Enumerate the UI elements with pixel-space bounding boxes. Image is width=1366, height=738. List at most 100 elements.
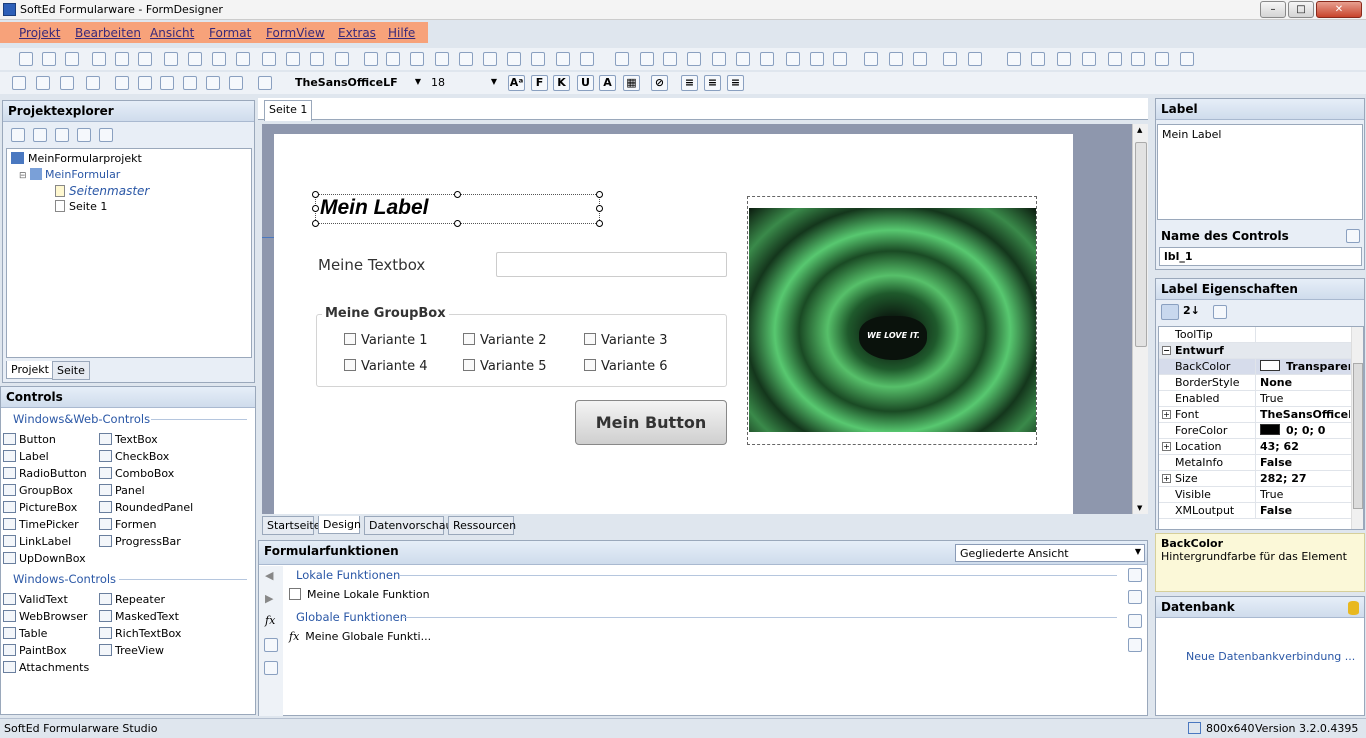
order-back-icon[interactable] [386,52,400,66]
image-icon[interactable] [736,52,750,66]
menu-bearbeiten[interactable]: Bearbeiten [75,26,141,40]
maximize-button[interactable]: □ [1288,1,1314,18]
control-item[interactable]: RadioButton [3,467,87,480]
same-size-icon[interactable] [212,52,226,66]
property-scrollbar[interactable] [1351,327,1363,529]
undo-icon[interactable] [864,52,878,66]
resize-handle[interactable] [596,205,603,212]
scroll-thumb[interactable] [1135,142,1147,347]
align-left-text-icon[interactable]: ≡ [681,75,698,91]
view-select[interactable]: Gegliederte Ansicht ▼ [955,544,1145,562]
x1-icon[interactable] [1131,52,1145,66]
color-palette-icon[interactable]: ▦ [623,75,640,91]
center-h-icon[interactable] [286,52,300,66]
align-right-text-icon[interactable]: ≡ [727,75,744,91]
global-function-item[interactable]: fx Meine Globale Funkti... [289,630,431,643]
categorized-icon[interactable] [1161,304,1179,320]
menu-projekt[interactable]: Projekt [19,26,60,40]
grid-icon[interactable] [335,52,349,66]
play-icon[interactable] [1031,52,1045,66]
control-item[interactable]: UpDownBox [3,552,86,565]
control-item[interactable]: ComboBox [99,467,174,480]
group-icon[interactable] [410,52,424,66]
menu-extras[interactable]: Extras [338,26,376,40]
property-row[interactable]: XMLoutput False [1159,503,1351,519]
control-item[interactable]: PictureBox [3,501,77,514]
control-item[interactable]: Repeater [99,593,165,606]
tab-startseite[interactable]: Startseite [262,516,321,535]
resize-handle[interactable] [596,191,603,198]
line-tool-icon[interactable] [160,76,174,90]
line-tool-icon[interactable] [60,76,74,90]
wizard-icon[interactable] [640,52,654,66]
option-checkbox[interactable]: Variante 1 [344,333,428,348]
control-item[interactable]: RoundedPanel [99,501,193,514]
menu-formview[interactable]: FormView [266,26,325,40]
copy-icon[interactable] [1346,229,1360,243]
edit-icon[interactable] [1128,638,1142,652]
italic-icon[interactable]: K [553,75,570,91]
preview-icon[interactable] [1082,52,1096,66]
property-row[interactable]: BorderStyle None [1159,375,1351,391]
control-item[interactable]: GroupBox [3,484,73,497]
resize-handle[interactable] [312,191,319,198]
property-row[interactable]: − Entwurf [1159,343,1351,359]
control-item[interactable]: CheckBox [99,450,169,463]
control-item[interactable]: Formen [99,518,156,531]
option-checkbox[interactable]: Variante 3 [584,333,668,348]
folder-icon[interactable] [663,52,677,66]
line-tool-icon[interactable] [115,76,129,90]
resize-handle[interactable] [454,220,461,227]
property-row[interactable]: Enabled True [1159,391,1351,407]
tree-item-seite1[interactable]: Seite 1 [55,200,107,213]
bold-icon[interactable]: F [531,75,548,91]
form-button[interactable]: Mein Button [575,400,727,445]
expand-icon[interactable]: + [1162,442,1171,451]
property-row[interactable]: Visible True [1159,487,1351,503]
open-folder-icon[interactable] [810,52,824,66]
underline-icon[interactable]: U [577,75,594,91]
x2-icon[interactable] [1155,52,1169,66]
scroll-thumb[interactable] [1353,363,1363,509]
control-item[interactable]: TimePicker [3,518,79,531]
function-icon[interactable] [580,52,594,66]
font-size-select[interactable]: 18 ▼ [428,75,500,92]
redo-icon[interactable] [889,52,903,66]
line-tool-icon[interactable] [258,76,272,90]
align-top-icon[interactable] [92,52,106,66]
x3-icon[interactable] [1180,52,1194,66]
font-grow-icon[interactable]: Aᵃ [508,75,525,91]
control-item[interactable]: Panel [99,484,145,497]
font-color-icon[interactable]: A [599,75,616,91]
print-icon[interactable] [55,128,69,142]
vertical-scrollbar[interactable]: ▲ ▼ [1132,124,1148,514]
line-tool-icon[interactable] [206,76,220,90]
option-checkbox[interactable]: Variante 6 [584,359,668,374]
align-left-icon[interactable] [19,52,33,66]
check-icon[interactable] [1128,614,1142,628]
folder-open-icon[interactable] [687,52,701,66]
property-pages-icon[interactable] [1213,305,1227,319]
line-tool-icon[interactable] [229,76,243,90]
control-item[interactable]: LinkLabel [3,535,71,548]
control-item[interactable]: TreeView [99,644,164,657]
resize-handle[interactable] [596,220,603,227]
menu-format[interactable]: Format [209,26,251,40]
tab-ressourcen[interactable]: Ressourcen [448,516,516,535]
scroll-up-icon[interactable]: ▲ [1137,126,1142,134]
control-item[interactable]: RichTextBox [99,627,181,640]
search-icon[interactable] [1108,52,1122,66]
tree-item-formular[interactable]: ⊟ MeinFormular [19,168,120,181]
property-row[interactable]: ForeColor 0; 0; 0 [1159,423,1351,439]
spacing-h-icon[interactable] [236,52,250,66]
check-icon[interactable] [264,661,278,675]
option-checkbox[interactable]: Variante 2 [463,333,547,348]
spacing-v-icon[interactable] [262,52,276,66]
lock-icon[interactable] [483,52,497,66]
new-file-icon[interactable] [786,52,800,66]
forward-arrow-icon[interactable]: ▶ [265,592,273,605]
resize-handle[interactable] [312,205,319,212]
control-item[interactable]: Label [3,450,49,463]
control-item[interactable]: ValidText [3,593,68,606]
tag-icon[interactable] [760,52,774,66]
